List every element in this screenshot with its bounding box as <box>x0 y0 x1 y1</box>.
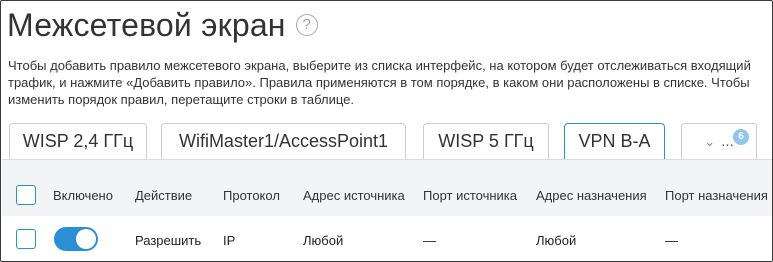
column-header: Включено <box>53 188 113 203</box>
question-circle-icon[interactable]: ? <box>295 14 318 36</box>
tab-wifimaster[interactable]: WifiMaster1/AccessPoint1 <box>161 123 406 159</box>
select-all-checkbox[interactable] <box>16 185 36 205</box>
firewall-page: Межсетевой экран ? Чтобы добавить правил… <box>0 0 773 262</box>
column-header: Протокол <box>223 188 280 203</box>
row-checkbox[interactable] <box>16 229 36 249</box>
tab-label: WifiMaster1/AccessPoint1 <box>178 131 389 151</box>
column-header: Порт назначения <box>665 188 768 203</box>
src-address-cell: Любой <box>303 233 344 248</box>
table-row[interactable]: Разрешить IP Любой — Любой — <box>2 216 772 261</box>
table-header: Включено Действие Протокол Адрес источни… <box>2 160 772 214</box>
rules-table: Включено Действие Протокол Адрес источни… <box>2 159 772 261</box>
column-header: Порт источника <box>423 188 518 203</box>
tab-vpn-b-a[interactable]: VPN B-A <box>564 123 665 159</box>
action-cell: Разрешить <box>135 233 202 248</box>
enabled-toggle[interactable] <box>54 227 98 251</box>
column-header: Адрес источника <box>303 188 405 203</box>
tab-wisp-24[interactable]: WISP 2,4 ГГц <box>9 123 147 159</box>
tab-label: WISP 2,4 ГГц <box>22 131 134 151</box>
page-description: Чтобы добавить правило межсетевого экран… <box>8 58 751 107</box>
page-title: Межсетевой экран <box>7 7 286 43</box>
column-header: Действие <box>135 188 193 203</box>
protocol-cell: IP <box>223 233 236 248</box>
chevron-down-icon: ⌄ <box>704 133 716 149</box>
tab-label: WISP 5 ГГц <box>438 131 534 151</box>
src-port-cell: — <box>423 233 436 248</box>
title-row: Межсетевой экран ? <box>7 5 318 45</box>
tab-label: VPN B-A <box>578 131 651 151</box>
tab-more-dropdown[interactable]: ⌄ ... 6 <box>681 123 757 159</box>
dst-address-cell: Любой <box>536 233 577 248</box>
dst-port-cell: — <box>665 233 678 248</box>
tab-more-label: ... <box>721 133 734 150</box>
tab-wisp-5[interactable]: WISP 5 ГГц <box>423 123 549 159</box>
toggle-knob <box>76 229 96 249</box>
column-header: Адрес назначения <box>536 188 647 203</box>
interface-tabs: WISP 2,4 ГГц WifiMaster1/AccessPoint1 WI… <box>9 123 772 159</box>
hidden-tabs-count-badge: 6 <box>733 129 749 145</box>
